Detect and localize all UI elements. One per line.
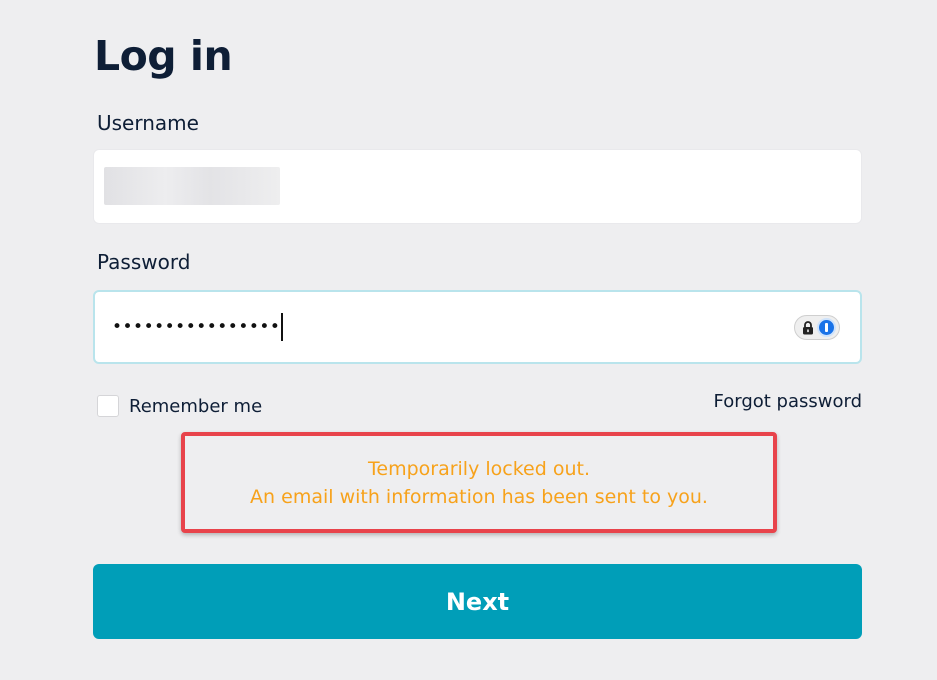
- lock-icon: [803, 321, 813, 335]
- password-value: ••••••••••••••••: [112, 313, 284, 341]
- password-manager-icon[interactable]: [794, 315, 840, 340]
- remember-me-label: Remember me: [129, 395, 263, 417]
- remember-me-option[interactable]: Remember me: [97, 395, 262, 417]
- password-mask: ••••••••••••••••: [112, 317, 281, 337]
- next-button[interactable]: Next: [93, 564, 862, 639]
- text-caret: [281, 313, 284, 341]
- remember-me-checkbox[interactable]: [97, 395, 119, 417]
- page-title: Log in: [94, 32, 233, 80]
- username-label: Username: [97, 111, 199, 135]
- password-input[interactable]: ••••••••••••••••: [93, 290, 862, 364]
- lockout-alert: Temporarily locked out. An email with in…: [181, 432, 777, 533]
- redacted-username-value: [104, 167, 280, 205]
- username-input[interactable]: [93, 149, 862, 224]
- alert-line-1: Temporarily locked out.: [368, 457, 590, 480]
- password-label: Password: [97, 250, 191, 274]
- alert-line-2: An email with information has been sent …: [250, 485, 708, 508]
- forgot-password-link[interactable]: Forgot password: [714, 391, 862, 412]
- info-icon: [817, 318, 836, 337]
